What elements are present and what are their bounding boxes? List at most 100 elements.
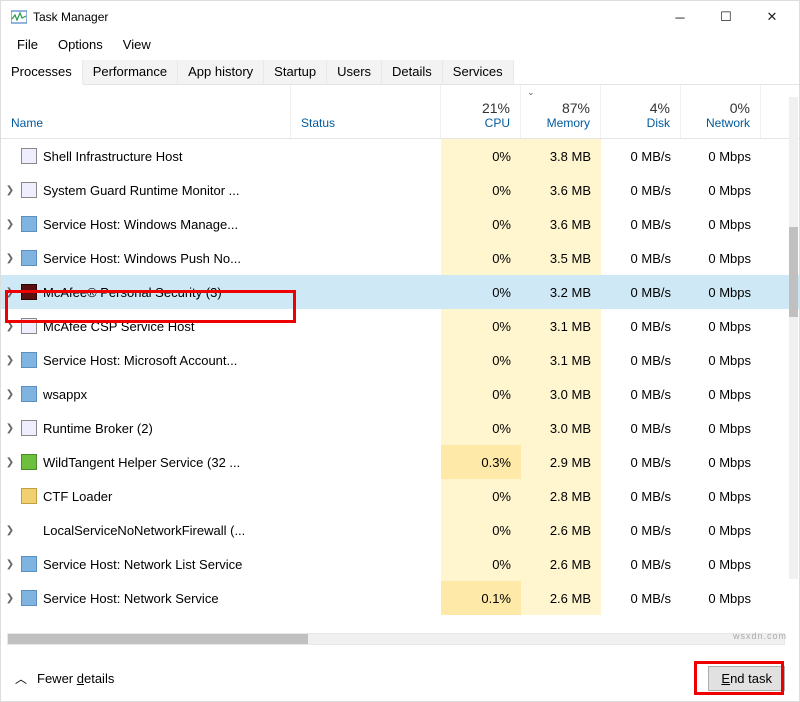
process-memory: 3.0 MB [521, 411, 601, 445]
expand-chevron-icon[interactable]: ❯ [1, 457, 19, 468]
process-disk: 0 MB/s [601, 353, 681, 368]
column-status[interactable]: Status [291, 85, 441, 138]
column-disk[interactable]: 4% Disk [601, 85, 681, 138]
process-icon [21, 386, 37, 402]
process-memory: 2.8 MB [521, 479, 601, 513]
process-cpu: 0% [441, 275, 521, 309]
process-memory: 3.6 MB [521, 173, 601, 207]
expand-chevron-icon[interactable]: ❯ [1, 593, 19, 604]
process-row[interactable]: ❯Shell Infrastructure Host0%3.8 MB0 MB/s… [1, 139, 799, 173]
tab-details[interactable]: Details [382, 60, 443, 84]
process-icon [21, 556, 37, 572]
process-cpu: 0% [441, 547, 521, 581]
chevron-up-icon[interactable]: ︿ [15, 670, 27, 687]
process-row[interactable]: ❯Service Host: Windows Push No...0%3.5 M… [1, 241, 799, 275]
sort-indicator-icon: ⌄ [527, 87, 535, 98]
process-memory: 2.6 MB [521, 513, 601, 547]
process-network: 0 Mbps [681, 319, 761, 334]
expand-chevron-icon[interactable]: ❯ [1, 287, 19, 298]
vertical-scrollbar-thumb[interactable] [789, 227, 798, 317]
process-network: 0 Mbps [681, 149, 761, 164]
menu-view[interactable]: View [113, 35, 161, 54]
process-memory: 3.1 MB [521, 343, 601, 377]
process-list: ❯Shell Infrastructure Host0%3.8 MB0 MB/s… [1, 139, 799, 624]
process-name: Shell Infrastructure Host [43, 149, 182, 164]
process-row[interactable]: ❯Service Host: Microsoft Account...0%3.1… [1, 343, 799, 377]
process-row[interactable]: ❯System Guard Runtime Monitor ...0%3.6 M… [1, 173, 799, 207]
process-disk: 0 MB/s [601, 217, 681, 232]
expand-chevron-icon[interactable]: ❯ [1, 559, 19, 570]
process-row[interactable]: ❯WildTangent Helper Service (32 ...0.3%2… [1, 445, 799, 479]
process-name: CTF Loader [43, 489, 112, 504]
process-row[interactable]: ❯ LocalServiceNoNetworkFirewall (... 0%2.6… [1, 513, 799, 547]
process-disk: 0 MB/s [601, 421, 681, 436]
expand-chevron-icon[interactable]: ❯ [1, 525, 19, 536]
process-cpu: 0% [441, 241, 521, 275]
tab-users[interactable]: Users [327, 60, 382, 84]
close-button[interactable]: ✕ [749, 1, 795, 33]
process-disk: 0 MB/s [601, 387, 681, 402]
maximize-button[interactable]: ☐ [703, 1, 749, 33]
tab-performance[interactable]: Performance [83, 60, 178, 84]
window-title: Task Manager [33, 10, 657, 24]
process-network: 0 Mbps [681, 455, 761, 470]
tab-app-history[interactable]: App history [178, 60, 264, 84]
process-row[interactable]: ❯Service Host: Windows Manage...0%3.6 MB… [1, 207, 799, 241]
watermark: wsxdn.com [733, 631, 787, 641]
minimize-button[interactable]: ─ [657, 1, 703, 33]
expand-chevron-icon[interactable]: ❯ [1, 389, 19, 400]
process-cpu: 0.3% [441, 445, 521, 479]
tab-services[interactable]: Services [443, 60, 514, 84]
tab-startup[interactable]: Startup [264, 60, 327, 84]
process-icon [21, 488, 37, 504]
process-cpu: 0% [441, 479, 521, 513]
process-row[interactable]: ❯McAfee CSP Service Host0%3.1 MB0 MB/s0 … [1, 309, 799, 343]
process-icon [21, 522, 37, 538]
expand-chevron-icon[interactable]: ❯ [1, 185, 19, 196]
process-row[interactable]: ❯Runtime Broker (2)0%3.0 MB0 MB/s0 Mbps [1, 411, 799, 445]
expand-chevron-icon[interactable]: ❯ [1, 355, 19, 366]
process-disk: 0 MB/s [601, 183, 681, 198]
fewer-details-link[interactable]: Fewer details [37, 671, 114, 686]
process-network: 0 Mbps [681, 557, 761, 572]
menu-file[interactable]: File [7, 35, 48, 54]
column-cpu[interactable]: 21% CPU [441, 85, 521, 138]
process-name: Service Host: Windows Manage... [43, 217, 238, 232]
expand-chevron-icon[interactable]: ❯ [1, 423, 19, 434]
end-task-button[interactable]: End task [708, 666, 785, 691]
process-disk: 0 MB/s [601, 523, 681, 538]
process-network: 0 Mbps [681, 489, 761, 504]
expand-chevron-icon[interactable]: ❯ [1, 219, 19, 230]
process-name: McAfee CSP Service Host [43, 319, 194, 334]
footer: ︿ Fewer details End task [1, 655, 799, 701]
process-name: LocalServiceNoNetworkFirewall (... [43, 523, 245, 538]
process-cpu: 0% [441, 513, 521, 547]
column-headers: Name Status 21% CPU 87% Memory 4% Disk 0… [1, 85, 799, 139]
process-row[interactable]: ❯Service Host: Network List Service0%2.6… [1, 547, 799, 581]
process-row[interactable]: ❯wsappx0%3.0 MB0 MB/s0 Mbps [1, 377, 799, 411]
vertical-scrollbar[interactable] [789, 97, 798, 579]
process-disk: 0 MB/s [601, 285, 681, 300]
process-name: Service Host: Microsoft Account... [43, 353, 237, 368]
process-cpu: 0.1% [441, 581, 521, 615]
horizontal-scrollbar[interactable] [7, 633, 785, 645]
expand-chevron-icon[interactable]: ❯ [1, 253, 19, 264]
process-cpu: 0% [441, 411, 521, 445]
process-memory: 3.5 MB [521, 241, 601, 275]
menu-options[interactable]: Options [48, 35, 113, 54]
horizontal-scrollbar-thumb[interactable] [8, 634, 308, 644]
process-row[interactable]: ❯CTF Loader0%2.8 MB0 MB/s0 Mbps [1, 479, 799, 513]
process-row[interactable]: ❯Service Host: Network Service0.1%2.6 MB… [1, 581, 799, 615]
process-memory: 3.8 MB [521, 139, 601, 173]
process-network: 0 Mbps [681, 285, 761, 300]
process-name: Service Host: Network List Service [43, 557, 242, 572]
expand-chevron-icon[interactable]: ❯ [1, 321, 19, 332]
column-network[interactable]: 0% Network [681, 85, 761, 138]
column-name[interactable]: Name [1, 85, 291, 138]
process-row[interactable]: ❯McAfee® Personal Security (3)0%3.2 MB0 … [1, 275, 799, 309]
process-icon [21, 318, 37, 334]
tab-processes[interactable]: Processes [1, 60, 83, 85]
process-icon [21, 284, 37, 300]
process-memory: 3.1 MB [521, 309, 601, 343]
process-memory: 2.9 MB [521, 445, 601, 479]
